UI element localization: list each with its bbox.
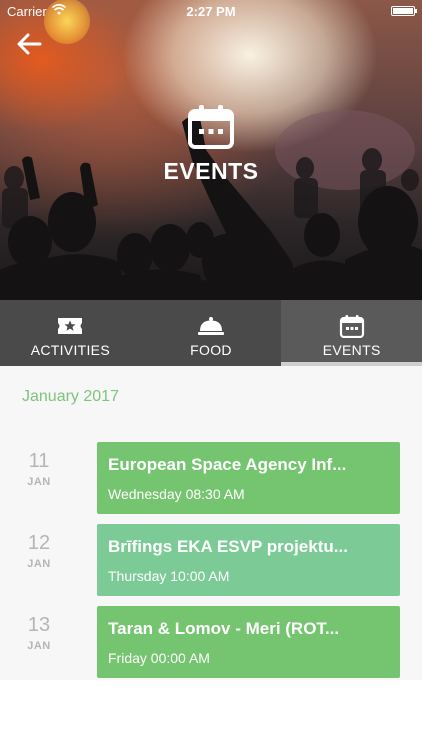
event-time: Friday 00:00 AM: [108, 650, 210, 666]
event-day: 13: [27, 614, 51, 636]
tab-food[interactable]: FOOD: [141, 300, 282, 366]
event-time: Thursday 10:00 AM: [108, 568, 230, 584]
tab-activities[interactable]: ACTIVITIES: [0, 300, 141, 366]
back-arrow-icon[interactable]: [14, 28, 46, 60]
event-card[interactable]: Brīfings EKA ESVP projektu... Thursday 1…: [97, 524, 400, 596]
event-time: Wednesday 08:30 AM: [108, 486, 245, 502]
event-card[interactable]: European Space Agency Inf... Wednesday 0…: [97, 442, 400, 514]
tab-label: FOOD: [190, 342, 232, 358]
event-day: 12: [27, 532, 51, 554]
page-title: EVENTS: [163, 158, 259, 184]
event-title: European Space Agency Inf...: [108, 455, 347, 474]
category-tab-bar: ACTIVITIES FOOD EVENTS: [0, 300, 422, 366]
status-bar: Carrier 2:27 PM: [0, 0, 422, 22]
event-card[interactable]: Taran & Lomov - Meri (ROT... Friday 00:0…: [97, 606, 400, 678]
event-title: Brīfings EKA ESVP projektu...: [108, 537, 348, 556]
event-month: JAN: [27, 640, 51, 652]
status-time: 2:27 PM: [186, 4, 236, 19]
calendar-icon: [339, 315, 364, 338]
events-list: January 2017 11 JAN European Space Agenc…: [0, 366, 422, 680]
month-header: January 2017: [22, 388, 119, 405]
event-month: JAN: [27, 558, 51, 570]
hero-header: Carrier 2:27 PM EVENTS: [0, 0, 422, 300]
ticket-star-icon: [58, 318, 83, 334]
list-item: 12 JAN Brīfings EKA ESVP projektu... Thu…: [0, 524, 422, 596]
tab-events[interactable]: EVENTS: [281, 300, 422, 366]
calendar-icon: [188, 105, 234, 149]
event-day: 11: [28, 450, 50, 472]
battery-icon: [391, 6, 417, 16]
tab-label: EVENTS: [322, 342, 381, 358]
event-title: Taran & Lomov - Meri (ROT...: [108, 619, 340, 638]
list-item: 13 JAN Taran & Lomov - Meri (ROT... Frid…: [0, 606, 422, 678]
cloche-icon: [198, 317, 224, 335]
concert-crowd-image: [0, 110, 422, 300]
event-month: JAN: [27, 476, 51, 488]
tab-label: ACTIVITIES: [30, 342, 110, 358]
list-item: 11 JAN European Space Agency Inf... Wedn…: [0, 442, 422, 514]
